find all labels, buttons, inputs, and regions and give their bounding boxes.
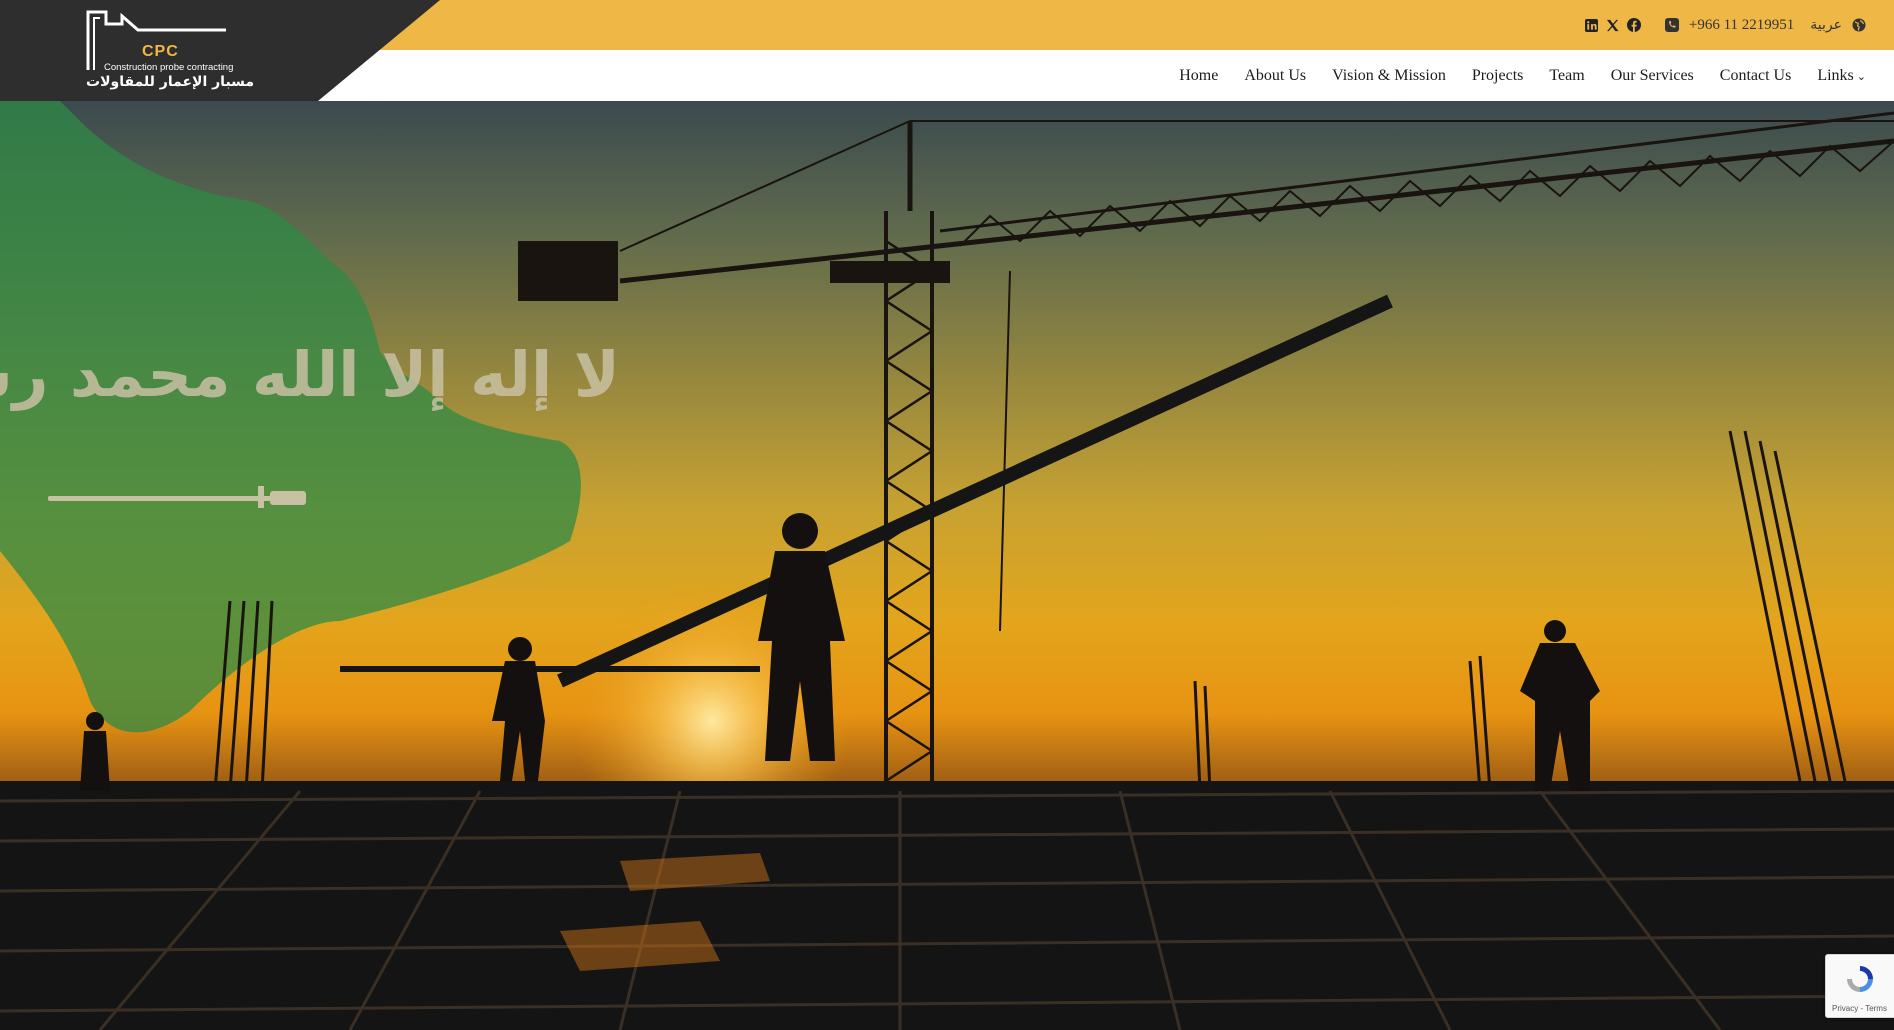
top-contact-bar: +966 11 2219951 عربية xyxy=(1584,12,1866,38)
flag-shahada-text: لا إله إلا الله محمد رسول الله xyxy=(0,338,620,411)
logo-abbreviation: CPC xyxy=(142,43,179,60)
nav-team[interactable]: Team xyxy=(1549,67,1584,85)
construction-scene-image: لا إله إلا الله محمد رسول الله xyxy=(0,101,1894,1030)
saudi-map-shape xyxy=(0,101,581,733)
nav-projects[interactable]: Projects xyxy=(1472,67,1524,85)
phone-number[interactable]: +966 11 2219951 xyxy=(1689,17,1794,34)
hero-banner: لا إله إلا الله محمد رسول الله xyxy=(0,101,1894,1030)
nav-contact-us[interactable]: Contact Us xyxy=(1720,67,1792,85)
recaptcha-badge[interactable]: Privacy - Terms xyxy=(1825,954,1894,1018)
nav-about-us[interactable]: About Us xyxy=(1244,67,1306,85)
chevron-down-icon: ⌄ xyxy=(1856,70,1866,83)
nav-links-dropdown[interactable]: Links ⌄ xyxy=(1817,67,1866,85)
x-icon[interactable] xyxy=(1606,19,1619,32)
nav-our-services[interactable]: Our Services xyxy=(1611,67,1694,85)
globe-icon[interactable] xyxy=(1852,18,1866,32)
recaptcha-privacy-terms[interactable]: Privacy - Terms xyxy=(1832,1004,1887,1013)
recaptcha-icon xyxy=(1847,966,1873,992)
social-links xyxy=(1584,18,1641,32)
phone-icon xyxy=(1664,18,1679,32)
main-navigation: Home About Us Vision & Mission Projects … xyxy=(1179,50,1866,101)
facebook-icon[interactable] xyxy=(1626,18,1641,32)
logo-english-name: Construction probe contracting xyxy=(104,62,234,73)
house-outline-icon xyxy=(86,10,226,70)
site-logo[interactable]: CPC Construction probe contracting مسبار… xyxy=(86,10,254,94)
logo-arabic-name: مسبار الإعمار للمقاولات xyxy=(86,74,255,90)
nav-vision-mission[interactable]: Vision & Mission xyxy=(1332,67,1446,85)
nav-links-label: Links xyxy=(1817,66,1854,84)
linkedin-icon[interactable] xyxy=(1584,18,1598,32)
nav-home[interactable]: Home xyxy=(1179,67,1218,85)
language-switch[interactable]: عربية xyxy=(1810,17,1842,33)
